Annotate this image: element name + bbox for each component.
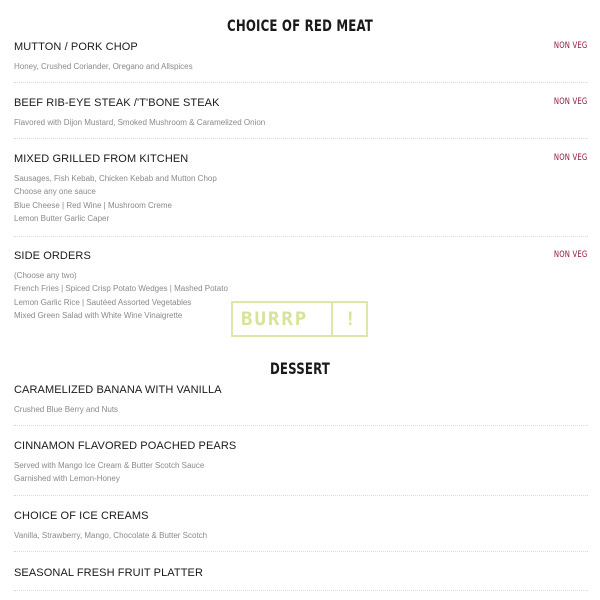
- menu-item: SEASONAL FRESH FRUIT PLATTER: [14, 566, 588, 591]
- burrp-watermark: BURRP !: [231, 301, 368, 337]
- item-description-line: Flavored with Dijon Mustard, Smoked Mush…: [14, 118, 266, 127]
- item-name: CINNAMON FLAVORED POACHED PEARS: [14, 440, 237, 452]
- menu-item: MIXED GRILLED FROM KITCHEN NON VEG Sausa…: [14, 152, 588, 237]
- item-description: Crushed Blue Berry and Nuts: [14, 403, 588, 416]
- menu-item: CINNAMON FLAVORED POACHED PEARS Served w…: [14, 439, 588, 496]
- item-description-line: Sausages, Fish Kebab, Chicken Kebab and …: [14, 174, 217, 183]
- item-description-line: Lemon Butter Garlic Caper: [14, 213, 110, 223]
- item-description-line: Blue Cheese | Red Wine | Mushroom Creme: [14, 200, 172, 210]
- non-veg-badge: NON VEG: [553, 97, 587, 107]
- item-description-line: Served with Mango Ice Cream & Butter Sco…: [14, 461, 205, 470]
- item-description: Sausages, Fish Kebab, Chicken Kebab and …: [14, 172, 588, 225]
- item-description-line: (Choose any two): [14, 271, 77, 280]
- section-title-red-meat: CHOICE OF RED MEAT: [226, 16, 373, 35]
- menu-item: BEEF RIB-EYE STEAK /'T'BONE STEAK NON VE…: [14, 96, 588, 139]
- item-description-line: French Fries | Spiced Crisp Potato Wedge…: [14, 284, 228, 294]
- item-name: MIXED GRILLED FROM KITCHEN: [14, 153, 189, 165]
- item-name: CARAMELIZED BANANA WITH VANILLA: [14, 384, 222, 396]
- watermark-text: BURRP: [241, 308, 309, 330]
- item-description: Vanilla, Strawberry, Mango, Chocolate & …: [14, 529, 588, 542]
- item-description: Flavored with Dijon Mustard, Smoked Mush…: [14, 116, 588, 129]
- non-veg-badge: NON VEG: [553, 250, 587, 260]
- item-description-line: Vanilla, Strawberry, Mango, Chocolate & …: [14, 531, 208, 540]
- item-name: SEASONAL FRESH FRUIT PLATTER: [14, 567, 204, 579]
- non-veg-badge: NON VEG: [553, 41, 587, 51]
- menu-item: CARAMELIZED BANANA WITH VANILLA Crushed …: [14, 383, 588, 426]
- non-veg-badge: NON VEG: [553, 153, 587, 163]
- item-description-line: Garnished with Lemon-Honey: [14, 474, 120, 484]
- item-name: CHOICE OF ICE CREAMS: [14, 510, 149, 522]
- item-name: SIDE ORDERS: [14, 250, 91, 262]
- watermark-mark: !: [330, 303, 358, 335]
- item-name: BEEF RIB-EYE STEAK /'T'BONE STEAK: [14, 97, 220, 109]
- item-name: MUTTON / PORK CHOP: [14, 41, 138, 53]
- item-description: Honey, Crushed Coriander, Oregano and Al…: [14, 60, 588, 73]
- menu-item: MUTTON / PORK CHOP NON VEG Honey, Crushe…: [14, 40, 588, 83]
- item-description-line: Crushed Blue Berry and Nuts: [14, 405, 119, 414]
- menu-item: CHOICE OF ICE CREAMS Vanilla, Strawberry…: [14, 509, 588, 552]
- item-description-line: Choose any one sauce: [14, 187, 96, 197]
- item-description: Served with Mango Ice Cream & Butter Sco…: [14, 459, 588, 486]
- item-description-line: Honey, Crushed Coriander, Oregano and Al…: [14, 62, 193, 71]
- section-title-dessert: DESSERT: [269, 359, 331, 378]
